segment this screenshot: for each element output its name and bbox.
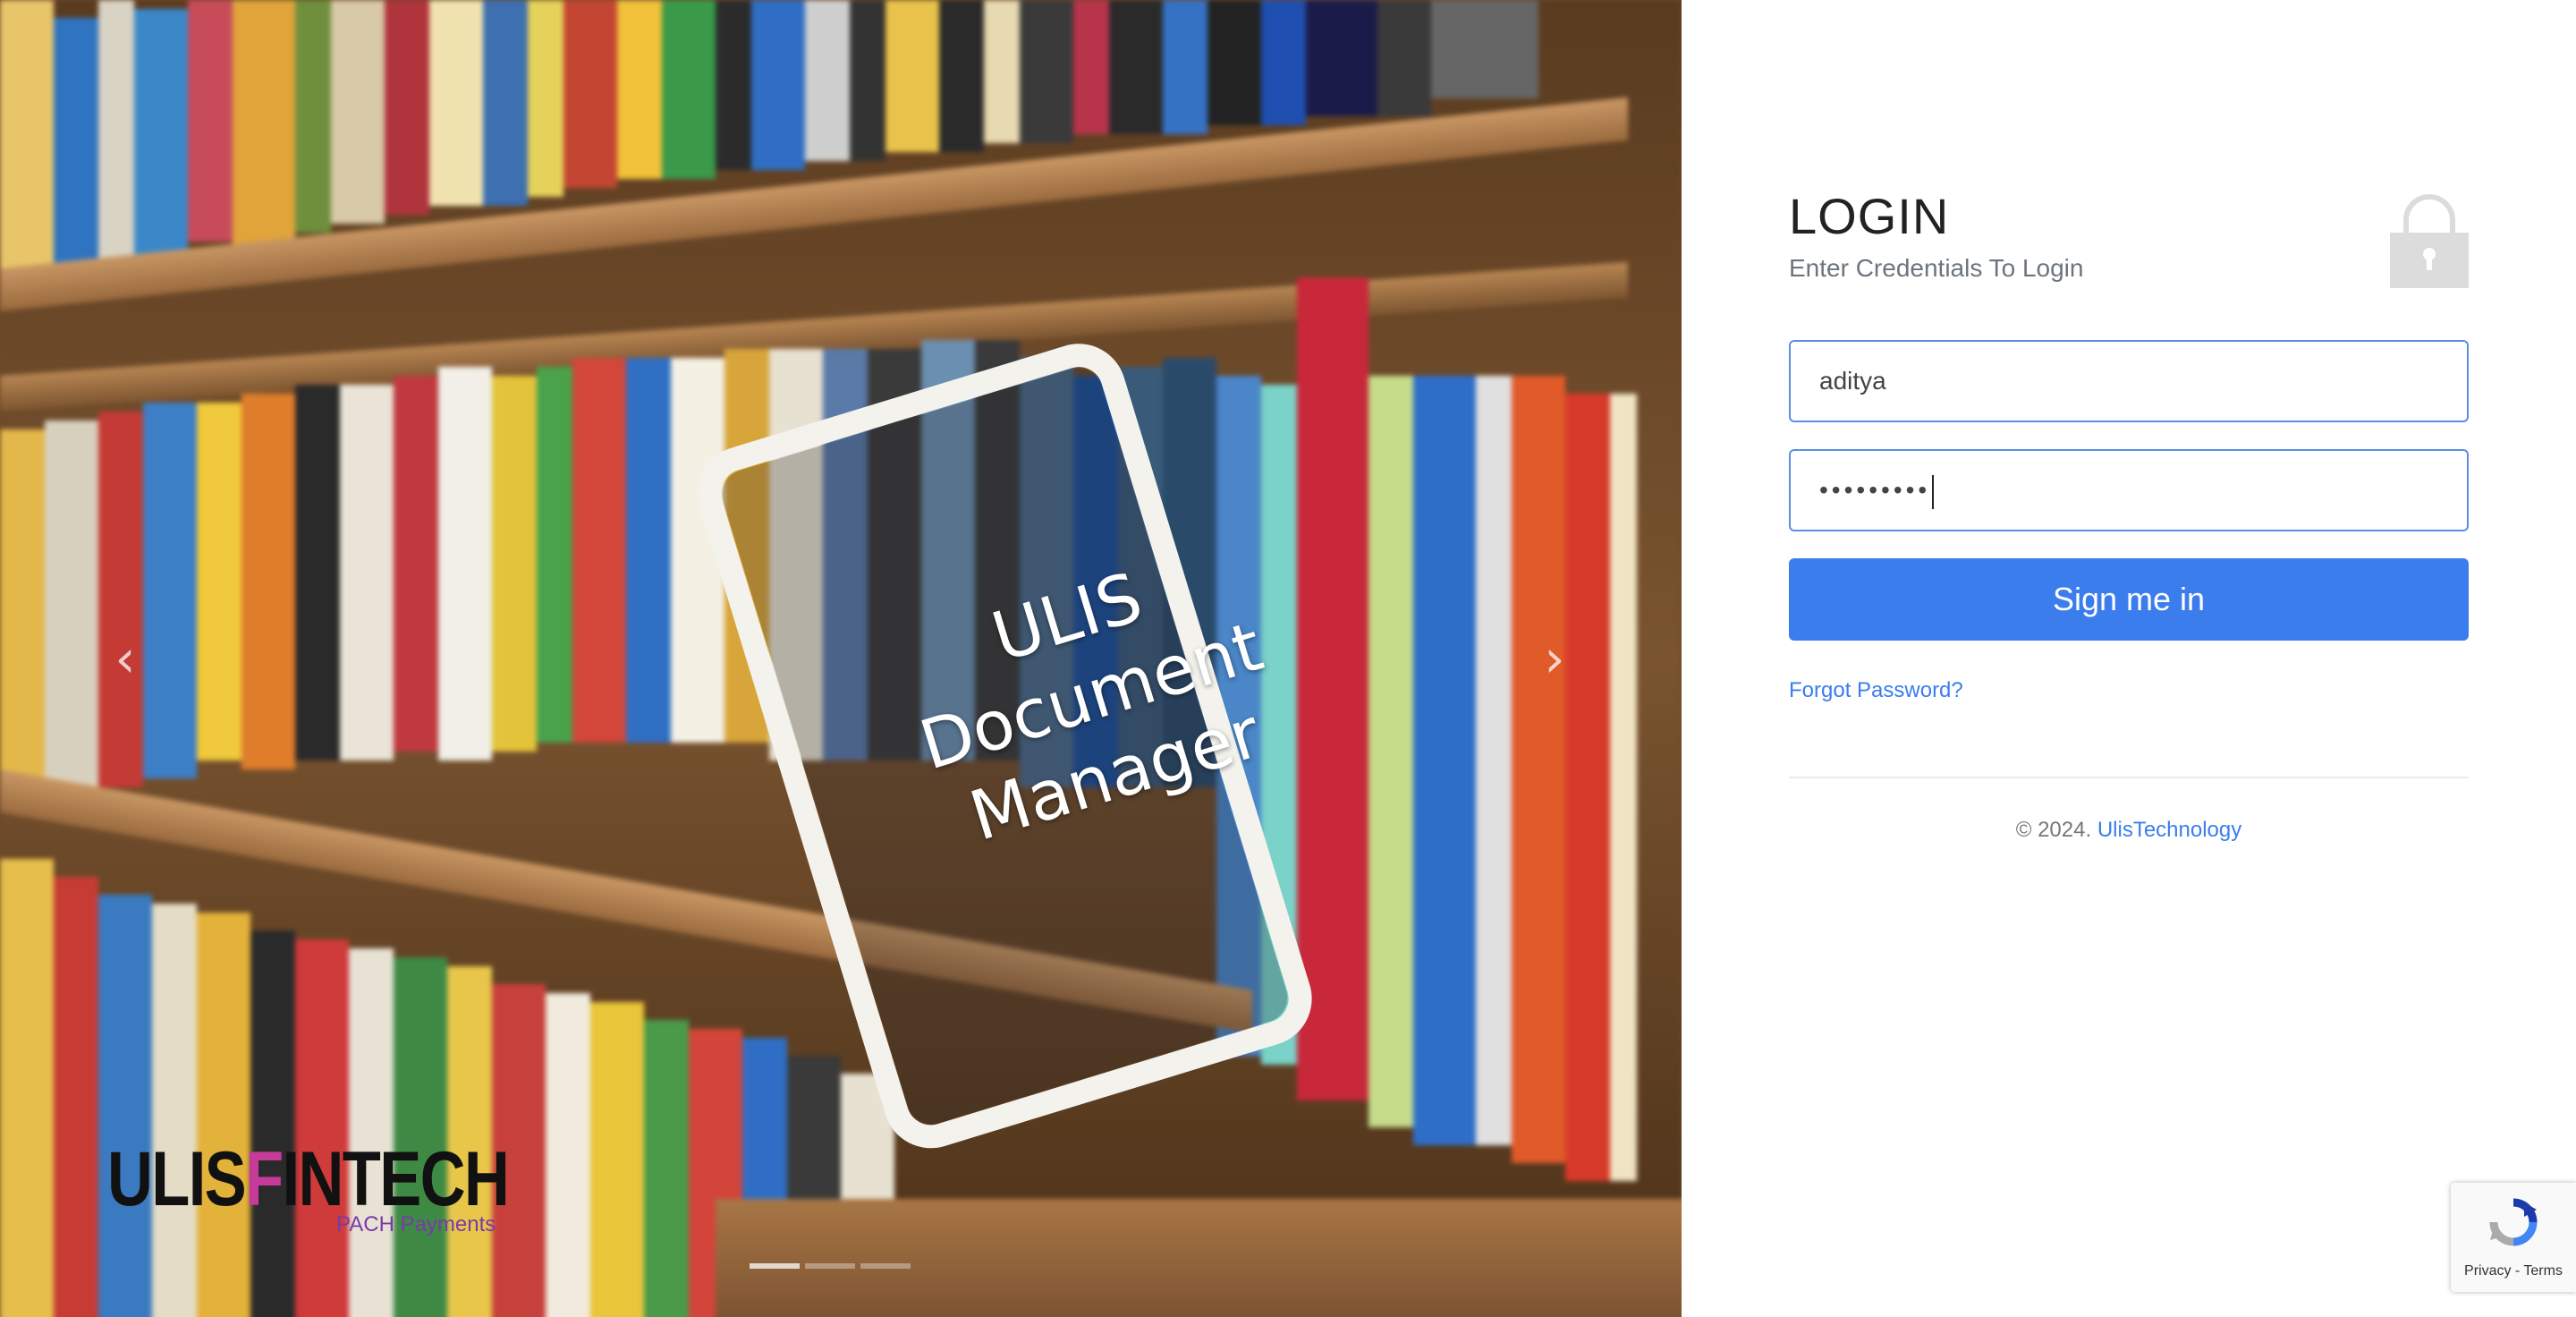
carousel-indicator[interactable]	[750, 1263, 800, 1269]
carousel-indicator[interactable]	[860, 1263, 911, 1269]
lock-icon	[2390, 194, 2469, 288]
page-title: LOGIN	[1789, 188, 1950, 244]
login-panel: LOGIN Enter Credentials To Login aditya …	[1789, 188, 2469, 842]
ulis-fintech-logo: ULISFINTECH PACH Payments	[107, 1141, 597, 1237]
tablet-frame-illustration	[0, 0, 1682, 1317]
recaptcha-icon	[2489, 1198, 2538, 1246]
recaptcha-links: Privacy - Terms	[2451, 1263, 2576, 1279]
footer-brand-link[interactable]: UlisTechnology	[2097, 818, 2241, 842]
username-input[interactable]: aditya	[1789, 340, 2469, 422]
carousel-prev-arrow-icon[interactable]: ‹	[98, 632, 152, 685]
footer-copyright: © 2024.	[2015, 818, 2092, 842]
carousel: ULIS Document Manager ‹ › ULISFINTECH PA…	[0, 0, 1682, 1317]
carousel-indicator[interactable]	[805, 1263, 855, 1269]
carousel-indicators	[750, 1263, 911, 1269]
forgot-password-link[interactable]: Forgot Password?	[1789, 678, 1963, 703]
password-input[interactable]: •••••••••	[1789, 449, 2469, 531]
divider	[1789, 777, 2469, 778]
password-mask: •••••••••	[1819, 476, 1931, 504]
recaptcha-separator: -	[2514, 1263, 2521, 1279]
recaptcha-badge[interactable]: Privacy - Terms	[2451, 1183, 2576, 1292]
text-caret	[1932, 474, 1935, 509]
footer: © 2024. UlisTechnology	[1789, 818, 2469, 843]
carousel-next-arrow-icon[interactable]: ›	[1528, 632, 1581, 685]
recaptcha-privacy-link[interactable]: Privacy	[2464, 1263, 2511, 1279]
page-subtitle: Enter Credentials To Login	[1789, 254, 2084, 282]
recaptcha-terms-link[interactable]: Terms	[2523, 1263, 2563, 1279]
sign-in-button[interactable]: Sign me in	[1789, 558, 2469, 641]
